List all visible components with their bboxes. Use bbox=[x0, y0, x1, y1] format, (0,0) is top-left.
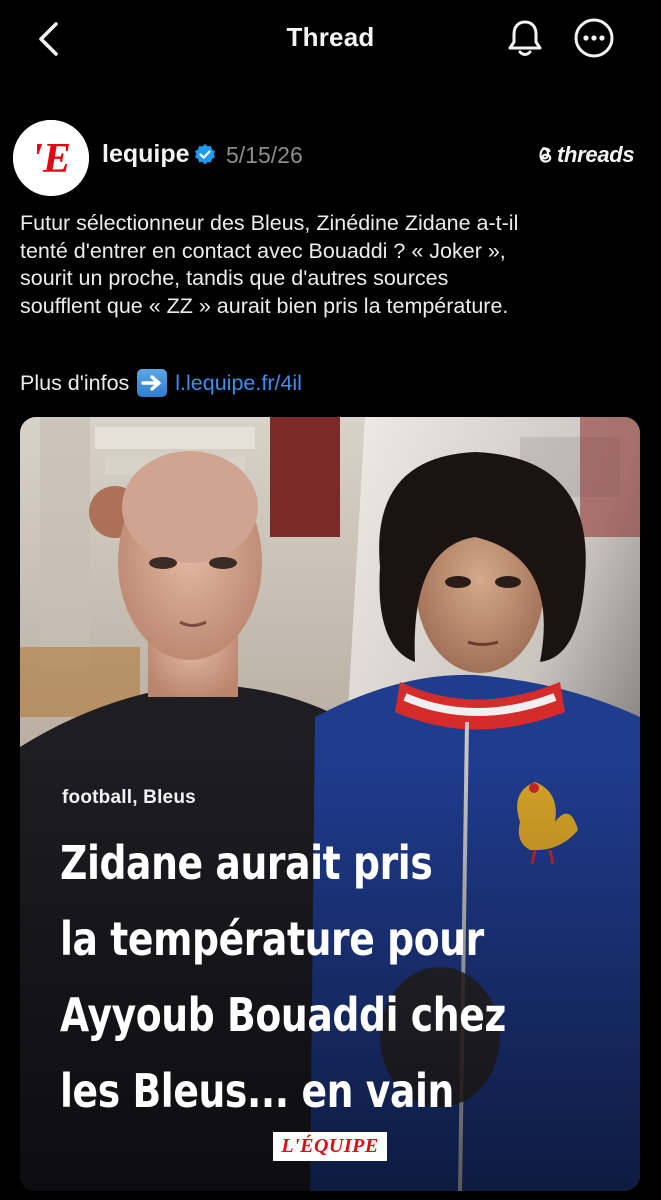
post-header: 'E lequipe 5/15/26 threads bbox=[0, 110, 661, 200]
right-arrow-emoji-icon bbox=[137, 369, 168, 397]
post-text-line: tenté d'entrer en contact avec Bouaddi ?… bbox=[20, 238, 506, 263]
notifications-button[interactable] bbox=[501, 14, 549, 62]
more-info-label: Plus d'infos bbox=[20, 370, 130, 395]
lequipe-logo-icon: 'E bbox=[13, 120, 89, 196]
more-info-row: Plus d'infos l.lequipe.fr/4il bbox=[20, 369, 302, 397]
headline-line: Ayyoub Bouaddi chez bbox=[60, 988, 506, 1042]
article-image-card[interactable]: football, Bleus Zidane aurait pris la te… bbox=[20, 417, 640, 1191]
post-text-line: soufflent que « ZZ » aurait bien pris la… bbox=[20, 293, 509, 318]
headline-line: Zidane aurait pris bbox=[60, 836, 433, 890]
more-options-button[interactable] bbox=[570, 14, 618, 62]
threads-logo: threads bbox=[535, 142, 635, 168]
headline-line: la température pour bbox=[60, 912, 484, 966]
article-tags: football, Bleus bbox=[62, 787, 196, 808]
avatar[interactable]: 'E bbox=[13, 120, 89, 196]
page-title: Thread bbox=[286, 22, 375, 52]
post-body: Futur sélectionneur des Bleus, Zinédine … bbox=[20, 210, 650, 320]
post-date: 5/15/26 bbox=[226, 142, 303, 168]
verified-badge-icon bbox=[195, 144, 215, 165]
post-text-line: sourit un proche, tandis que d'autres so… bbox=[20, 266, 449, 290]
threads-wordmark: threads bbox=[557, 142, 635, 167]
threads-icon bbox=[539, 147, 552, 163]
lequipe-wordmark: L'ÉQUIPE bbox=[281, 1135, 379, 1157]
svg-text:'E: 'E bbox=[31, 136, 71, 182]
more-horizontal-icon bbox=[574, 18, 614, 58]
bell-icon bbox=[508, 20, 542, 56]
article-headline: Zidane aurait pris la température pour A… bbox=[60, 825, 527, 1129]
article-link[interactable]: l.lequipe.fr/4il bbox=[175, 371, 302, 396]
top-bar: Thread bbox=[0, 0, 661, 78]
post-text-line: Futur sélectionneur des Bleus, Zinédine … bbox=[20, 211, 519, 235]
headline-line: les Bleus... en vain bbox=[60, 1064, 454, 1118]
lequipe-logo: L'ÉQUIPE bbox=[273, 1132, 387, 1161]
username[interactable]: lequipe bbox=[102, 140, 190, 169]
